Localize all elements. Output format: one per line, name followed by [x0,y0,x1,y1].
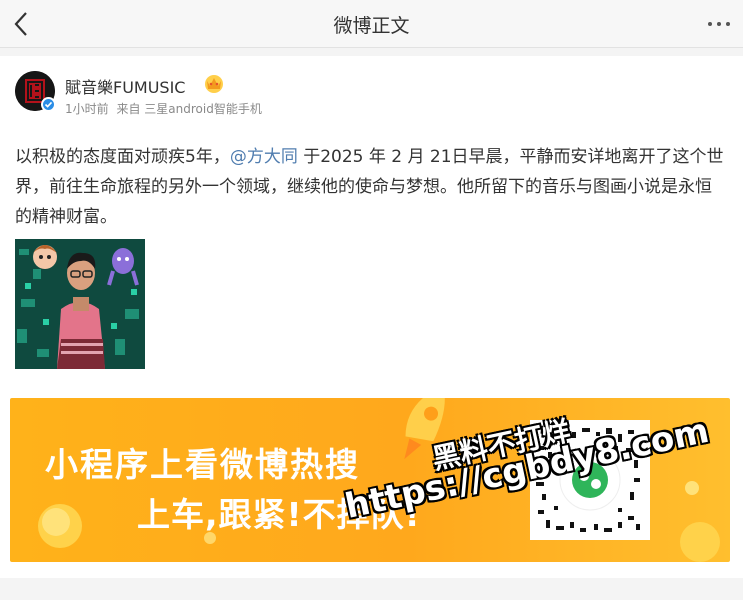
post-meta: 1小时前 来自 三星android智能手机 [65,100,266,117]
post-time: 1小时前 [65,102,109,116]
verified-badge-icon [41,97,56,112]
top-navbar: 微博正文 [0,0,743,48]
post-text-before: 以积极的态度面对顽疾5年， [15,147,230,167]
page-title: 微博正文 [333,15,410,37]
crown-badge-icon [205,75,223,93]
portrait-illustration [15,239,145,369]
mention-link[interactable]: @方大同 [230,147,298,167]
username[interactable]: 賦音樂FUMUSIC [65,74,185,98]
post-image[interactable] [15,239,145,369]
post-source: 来自 三星android智能手机 [116,102,262,116]
banner-headline: 小程序上看微博热搜 [45,445,360,484]
more-dots-icon[interactable] [707,16,731,32]
post-text: 以积极的态度面对顽疾5年，@方大同 于2025 年 2 月 21日早晨，平静而安… [15,142,727,232]
